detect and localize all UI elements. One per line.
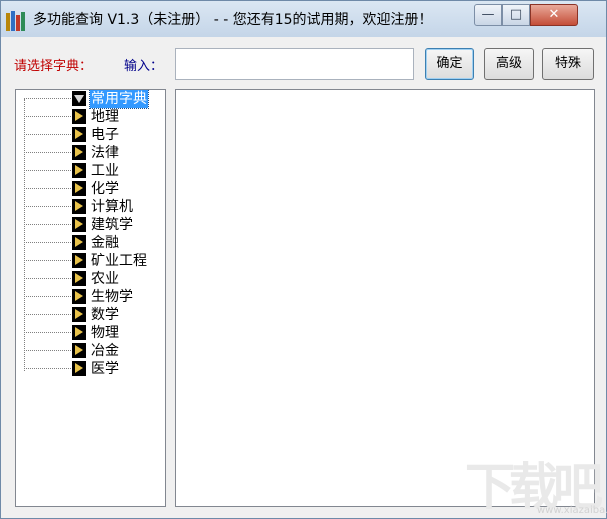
tree-branch-line: [24, 224, 71, 225]
collapsed-arrow-icon[interactable]: [72, 271, 86, 286]
watermark-url: www.xiazaiba.com: [537, 505, 607, 516]
search-input[interactable]: [175, 48, 414, 80]
tree-item-label[interactable]: 农业: [90, 270, 120, 288]
tree-branch-line: [24, 350, 71, 351]
tree-item-label[interactable]: 冶金: [90, 342, 120, 360]
tree-branch-line: [24, 242, 71, 243]
collapsed-arrow-icon[interactable]: [72, 109, 86, 124]
result-panel[interactable]: [175, 89, 595, 507]
collapsed-arrow-icon[interactable]: [72, 145, 86, 160]
tree-branch-line: [24, 278, 71, 279]
collapsed-arrow-icon[interactable]: [72, 289, 86, 304]
window-title: 多功能查询 V1.3（未注册） - - 您还有15的试用期，欢迎注册！: [33, 12, 433, 28]
tree-item-label[interactable]: 常用字典: [89, 90, 149, 109]
tree-branch-line: [24, 368, 71, 369]
tree-item-label[interactable]: 矿业工程: [90, 252, 148, 270]
collapsed-arrow-icon[interactable]: [72, 253, 86, 268]
dictionary-label: 请选择字典：: [14, 59, 93, 74]
tree-branch-line: [24, 296, 71, 297]
collapsed-arrow-icon[interactable]: [72, 199, 86, 214]
tree-item-label[interactable]: 化学: [90, 180, 120, 198]
tree-item-label[interactable]: 医学: [90, 360, 120, 378]
minimize-button[interactable]: —: [474, 4, 502, 26]
tree-connector-line: [24, 99, 25, 371]
tree-item-label[interactable]: 建筑学: [90, 216, 134, 234]
tree-branch-line: [24, 314, 71, 315]
tree-item-label[interactable]: 法律: [90, 144, 120, 162]
tree-branch-line: [24, 152, 71, 153]
collapsed-arrow-icon[interactable]: [72, 343, 86, 358]
tree-branch-line: [24, 260, 71, 261]
tree-branch-line: [24, 134, 71, 135]
tree-branch-line: [24, 116, 71, 117]
tree-item-label[interactable]: 电子: [90, 126, 120, 144]
collapsed-arrow-icon[interactable]: [72, 181, 86, 196]
title-bar[interactable]: 多功能查询 V1.3（未注册） - - 您还有15的试用期，欢迎注册！ — □ …: [1, 1, 606, 37]
tree-item-label[interactable]: 地理: [90, 108, 120, 126]
close-button[interactable]: ✕: [530, 4, 578, 26]
tree-item-label[interactable]: 工业: [90, 162, 120, 180]
collapsed-arrow-icon[interactable]: [72, 361, 86, 376]
tree-branch-line: [24, 170, 71, 171]
collapsed-arrow-icon[interactable]: [72, 163, 86, 178]
expanded-arrow-icon[interactable]: [72, 91, 86, 106]
tree-branch-line: [24, 188, 71, 189]
collapsed-arrow-icon[interactable]: [72, 235, 86, 250]
collapsed-arrow-icon[interactable]: [72, 217, 86, 232]
tree-item-label[interactable]: 计算机: [90, 198, 134, 216]
tree-branch-line: [24, 98, 71, 99]
tree-item-label[interactable]: 金融: [90, 234, 120, 252]
tree-item-label[interactable]: 数学: [90, 306, 120, 324]
collapsed-arrow-icon[interactable]: [72, 307, 86, 322]
tree-branch-line: [24, 206, 71, 207]
tree-branch-line: [24, 332, 71, 333]
maximize-button[interactable]: □: [502, 4, 530, 26]
collapsed-arrow-icon[interactable]: [72, 127, 86, 142]
special-button[interactable]: 特殊: [542, 48, 594, 80]
collapsed-arrow-icon[interactable]: [72, 325, 86, 340]
books-icon: [5, 9, 27, 31]
confirm-button[interactable]: 确定: [425, 48, 474, 80]
input-label: 输入：: [124, 59, 164, 74]
app-window: 多功能查询 V1.3（未注册） - - 您还有15的试用期，欢迎注册！ — □ …: [0, 0, 607, 519]
dictionary-tree[interactable]: 常用字典 地理 电子 法律 工业 化学 计算机 建筑学 金融 矿业工程 农业 生物学 数学 物理 冶金 医学: [15, 89, 166, 507]
tree-item-label[interactable]: 生物学: [90, 288, 134, 306]
tree-item-label[interactable]: 物理: [90, 324, 120, 342]
advanced-button[interactable]: 高级: [484, 48, 534, 80]
